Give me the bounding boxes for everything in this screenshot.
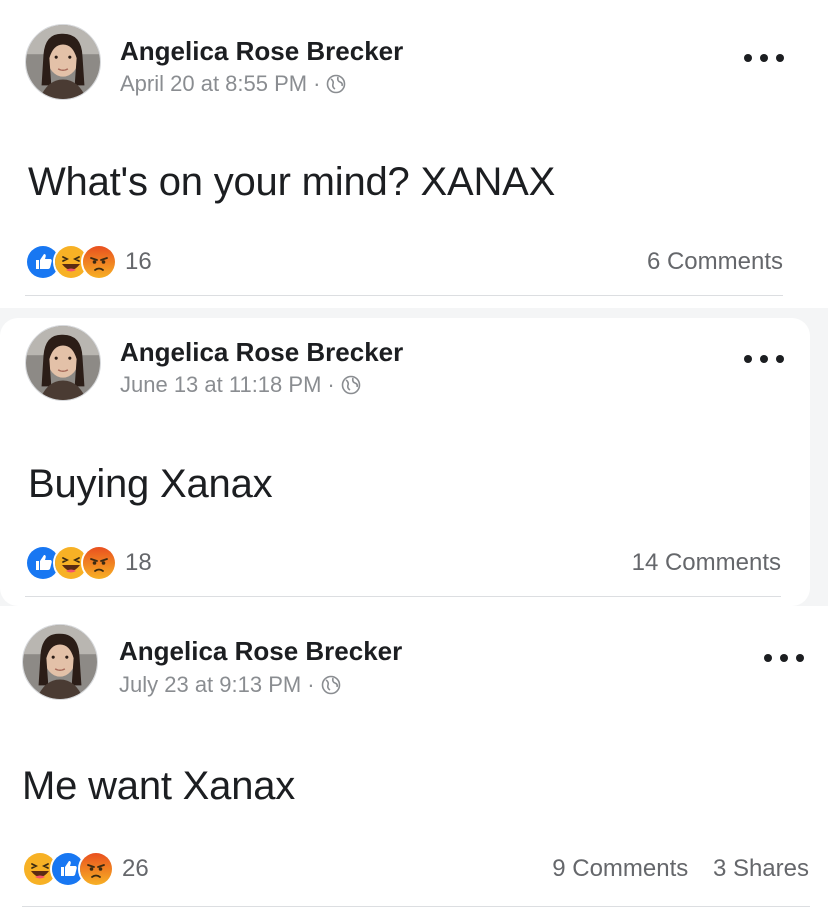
meta-separator: · — [313, 71, 321, 96]
reactions-summary[interactable]: 16 — [25, 244, 152, 280]
post-text: Buying Xanax — [28, 462, 273, 506]
angry-reaction-icon — [81, 545, 117, 581]
post-meta: April 20 at 8:55 PM · — [120, 71, 346, 97]
meta-separator: · — [307, 672, 315, 697]
more-options-button[interactable] — [744, 349, 784, 369]
shares-count-link[interactable]: 3 Shares — [713, 855, 809, 882]
reaction-count: 18 — [125, 549, 152, 576]
globe-icon — [321, 675, 341, 695]
post-card: Angelica Rose Brecker June 13 at 11:18 P… — [0, 318, 810, 606]
dot — [764, 654, 772, 662]
reaction-count: 16 — [125, 248, 152, 275]
more-options-button[interactable] — [764, 648, 804, 668]
angry-reaction-icon — [78, 851, 114, 887]
post-stats: 6 Comments — [647, 248, 783, 276]
dot — [760, 54, 768, 62]
divider — [25, 596, 781, 597]
post-text: Me want Xanax — [22, 764, 296, 808]
post-timestamp[interactable]: June 13 at 11:18 PM — [120, 372, 321, 398]
comments-count-link[interactable]: 14 Comments — [632, 549, 781, 576]
globe-icon — [341, 375, 361, 395]
post-stats: 14 Comments — [632, 549, 781, 577]
angry-reaction-icon — [81, 244, 117, 280]
author-name[interactable]: Angelica Rose Brecker — [120, 36, 403, 67]
post-stats: 9 Comments 3 Shares — [552, 855, 809, 883]
dot — [776, 54, 784, 62]
post-meta: July 23 at 9:13 PM · — [119, 672, 341, 698]
meta-separator: · — [327, 372, 335, 397]
post-card: Angelica Rose Brecker July 23 at 9:13 PM… — [0, 606, 828, 920]
dot — [780, 654, 788, 662]
more-options-button[interactable] — [744, 48, 784, 68]
post-timestamp[interactable]: April 20 at 8:55 PM — [120, 71, 307, 97]
dot — [776, 355, 784, 363]
avatar[interactable] — [25, 325, 101, 401]
divider — [25, 295, 783, 296]
reactions-summary[interactable]: 18 — [25, 545, 152, 581]
comments-count-link[interactable]: 9 Comments — [552, 855, 688, 882]
post-meta: June 13 at 11:18 PM · — [120, 372, 361, 398]
dot — [796, 654, 804, 662]
dot — [744, 355, 752, 363]
avatar[interactable] — [22, 624, 98, 700]
post-text: What's on your mind? XANAX — [28, 160, 556, 204]
dot — [760, 355, 768, 363]
reactions-summary[interactable]: 26 — [22, 851, 149, 887]
dot — [744, 54, 752, 62]
post-timestamp[interactable]: July 23 at 9:13 PM — [119, 672, 301, 698]
divider — [22, 906, 810, 907]
globe-icon — [326, 74, 346, 94]
post-card: Angelica Rose Brecker April 20 at 8:55 P… — [0, 0, 828, 308]
author-name[interactable]: Angelica Rose Brecker — [120, 337, 403, 368]
author-name[interactable]: Angelica Rose Brecker — [119, 636, 402, 667]
reaction-count: 26 — [122, 855, 149, 882]
comments-count-link[interactable]: 6 Comments — [647, 248, 783, 275]
avatar[interactable] — [25, 24, 101, 100]
